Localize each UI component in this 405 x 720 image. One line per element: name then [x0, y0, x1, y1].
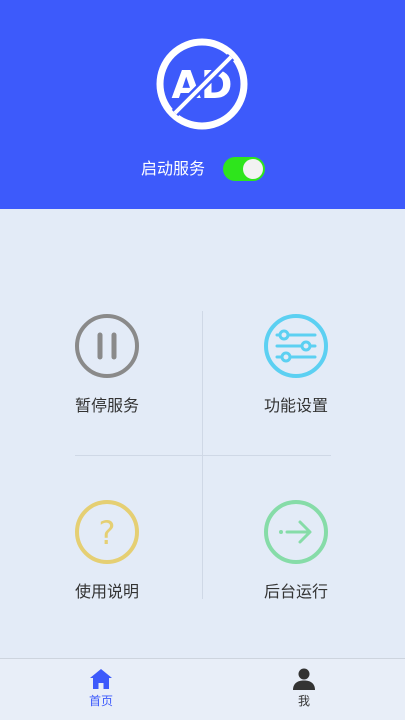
- pause-icon: [75, 314, 139, 378]
- background-run-label: 后台运行: [264, 582, 329, 601]
- bottom-tab-bar: 首页 我: [0, 658, 405, 720]
- service-toggle[interactable]: [223, 157, 265, 181]
- action-grid: 暂停服务 功能设置 ? 使用说明 后台运行: [0, 209, 405, 658]
- tab-home-label: 首页: [88, 694, 113, 708]
- tab-me[interactable]: 我: [264, 659, 344, 720]
- background-run-button[interactable]: 后台运行: [234, 499, 404, 619]
- user-icon: [293, 668, 315, 690]
- svg-text:?: ?: [99, 514, 116, 552]
- arrow-right-icon: [264, 500, 328, 564]
- service-row: 启动服务: [0, 156, 405, 182]
- instructions-button[interactable]: ? 使用说明: [45, 499, 215, 619]
- sliders-icon: [264, 314, 328, 378]
- question-icon: ?: [75, 500, 139, 564]
- home-icon: [90, 669, 112, 689]
- header: AD 启动服务: [0, 0, 405, 209]
- toggle-knob: [243, 159, 263, 179]
- instructions-label: 使用说明: [75, 582, 140, 601]
- divider-horizontal: [75, 455, 331, 456]
- tab-home[interactable]: 首页: [61, 659, 141, 720]
- service-label: 启动服务: [141, 159, 206, 178]
- tab-me-label: 我: [297, 694, 310, 708]
- pause-service-label: 暂停服务: [75, 396, 140, 415]
- feature-settings-button[interactable]: 功能设置: [234, 313, 404, 433]
- feature-settings-label: 功能设置: [264, 396, 329, 415]
- pause-service-button[interactable]: 暂停服务: [45, 313, 215, 433]
- no-ads-logo-icon: AD: [156, 38, 248, 130]
